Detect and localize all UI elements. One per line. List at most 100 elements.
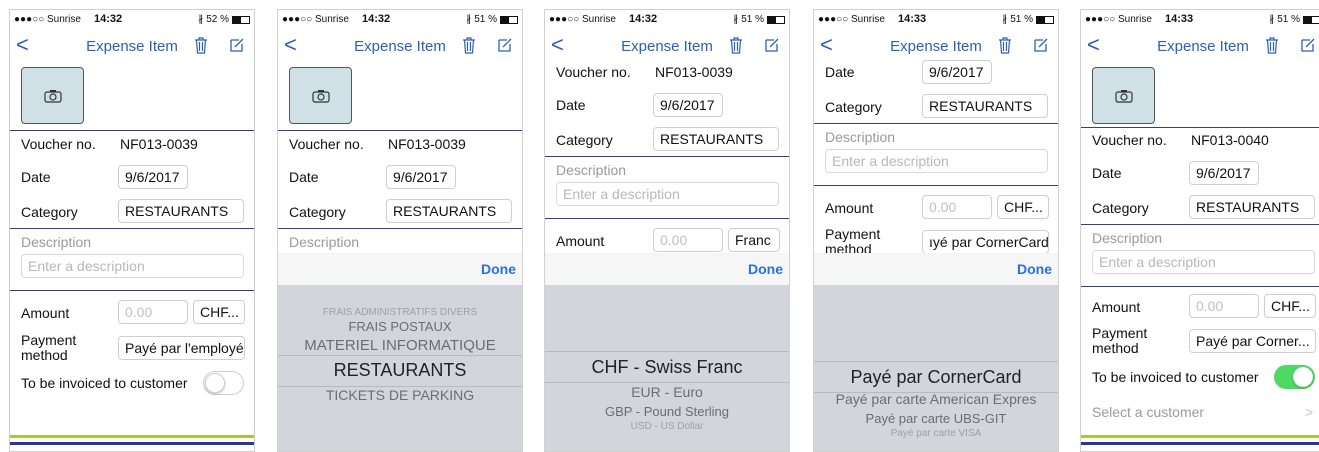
payment-field[interactable]: Payé par Corner... [1189,329,1316,353]
description-input[interactable]: Enter a description [21,254,244,278]
status-bar: ●●●○○ Sunrise 14:32 ∦ 52 % [10,10,254,30]
battery-label: 51 % [1277,14,1300,25]
amount-label: Amount [825,200,874,216]
picker-option-selected[interactable]: CHF - Swiss Franc [545,357,789,378]
divider [10,290,254,291]
bluetooth-icon: ∦ [1002,14,1008,25]
page-title: Expense Item [890,38,982,55]
battery-indicator: ∦ 52 % [198,14,250,25]
picker-option[interactable]: Payé par carte American Expres [814,391,1058,407]
payment-label: Payment method [21,332,77,363]
footer-bars [1081,435,1319,451]
battery-icon [500,15,518,24]
battery-label: 51 % [741,14,764,25]
amount-input[interactable]: 0.00 [118,300,188,324]
divider [10,228,254,229]
picker-option-selected[interactable]: Payé par CornerCard [814,367,1058,388]
currency-field[interactable]: CHF... [1264,294,1316,318]
battery-label: 52 % [206,14,229,25]
currency-field[interactable]: CHF... [193,300,245,324]
picker-option[interactable]: FRAIS ADMINISTRATIFS DIVERS [278,307,522,318]
date-field[interactable]: 9/6/2017 [922,60,992,84]
trash-icon[interactable] [194,37,208,54]
battery-label: 51 % [1010,14,1033,25]
status-bar: ●●●○○ Sunrise 14:33 ∦ 51 % [1081,10,1319,30]
amount-input[interactable]: 0.00 [1189,294,1259,318]
screen-3: ●●●○○ Sunrise 14:32 ∦ 51 % < Expense Ite… [544,9,790,452]
date-label: Date [825,64,855,80]
nav-bar: < Expense Item [545,32,789,62]
invoice-toggle[interactable] [203,371,244,395]
currency-field[interactable]: CHF... [997,195,1049,219]
category-field[interactable]: RESTAURANTS [118,199,244,223]
edit-icon[interactable] [498,38,512,52]
done-button[interactable]: Done [481,261,516,277]
category-picker[interactable]: FRAIS ADMINISTRATIFS DIVERS FRAIS POSTAU… [278,285,522,451]
payment-field[interactable]: Payé par l'employé [118,336,245,360]
photo-button[interactable] [289,67,352,124]
picker-option-selected[interactable]: RESTAURANTS [278,360,522,381]
edit-icon[interactable] [1301,38,1315,52]
edit-icon[interactable] [230,38,244,52]
voucher-label: Voucher no. [289,136,364,152]
category-field[interactable]: RESTAURANTS [1189,195,1315,219]
voucher-value: NF013-0039 [120,136,198,152]
category-field[interactable]: RESTAURANTS [922,94,1048,118]
date-label: Date [556,97,586,113]
carrier-label: ●●●○○ Sunrise [282,14,349,25]
battery-indicator: ∦ 51 % [466,14,518,25]
date-field[interactable]: 9/6/2017 [1189,161,1259,185]
trash-icon[interactable] [729,37,743,54]
customer-select[interactable]: Select a customer [1092,404,1204,420]
trash-icon[interactable] [1265,37,1279,54]
picker-option[interactable]: MATERIEL INFORMATIQUE [278,337,522,354]
payment-field[interactable]: ıyé par CornerCard [922,230,1049,254]
date-field[interactable]: 9/6/2017 [386,165,456,189]
edit-icon[interactable] [1034,38,1048,52]
camera-icon [1114,89,1133,103]
amount-input[interactable]: 0.00 [922,195,992,219]
description-input[interactable]: Enter a description [556,182,779,206]
picker-option[interactable]: Payé par carte VISA [814,428,1058,439]
trash-icon[interactable] [998,37,1012,54]
picker-option[interactable]: FRAIS POSTAUX [278,319,522,334]
photo-button[interactable] [21,67,84,124]
date-label: Date [289,169,319,185]
description-input[interactable]: Enter a description [1092,250,1315,274]
divider [1081,286,1319,287]
done-button[interactable]: Done [1017,261,1052,277]
carrier-label: ●●●○○ Sunrise [1085,14,1152,25]
trash-icon[interactable] [462,37,476,54]
category-field[interactable]: RESTAURANTS [386,199,512,223]
carrier-label: ●●●○○ Sunrise [14,14,81,25]
payment-picker[interactable]: Payé par CornerCard Payé par carte Ameri… [814,285,1058,451]
date-label: Date [1092,165,1122,181]
currency-picker[interactable]: CHF - Swiss Franc EUR - Euro GBP - Pound… [545,285,789,451]
status-time: 14:32 [629,13,658,25]
amount-label: Amount [21,305,70,321]
amount-input[interactable]: 0.00 [653,228,723,252]
picker-option[interactable]: EUR - Euro [545,384,789,400]
status-time: 14:33 [1165,13,1194,25]
screen-4: ●●●○○ Sunrise 14:33 ∦ 51 % < Expense Ite… [813,9,1059,452]
category-field[interactable]: RESTAURANTS [653,127,779,151]
date-field[interactable]: 9/6/2017 [653,93,723,117]
status-time: 14:32 [362,13,391,25]
picker-option[interactable]: GBP - Pound Sterling [545,404,789,419]
done-button[interactable]: Done [748,261,783,277]
picker-option[interactable]: USD - US Dollar [545,421,789,432]
description-label: Description [289,234,360,250]
bluetooth-icon: ∦ [466,14,472,25]
photo-button[interactable] [1092,67,1155,124]
date-field[interactable]: 9/6/2017 [118,165,188,189]
currency-field[interactable]: Franc [728,228,780,252]
edit-icon[interactable] [765,38,779,52]
page-title: Expense Item [621,38,713,55]
description-input[interactable]: Enter a description [825,149,1048,173]
invoice-toggle[interactable] [1274,365,1315,389]
battery-icon [767,15,785,24]
picker-option[interactable]: Payé par carte UBS-GIT [814,411,1058,426]
divider [1081,224,1319,225]
divider [814,185,1058,186]
picker-option[interactable]: TICKETS DE PARKING [278,387,522,403]
